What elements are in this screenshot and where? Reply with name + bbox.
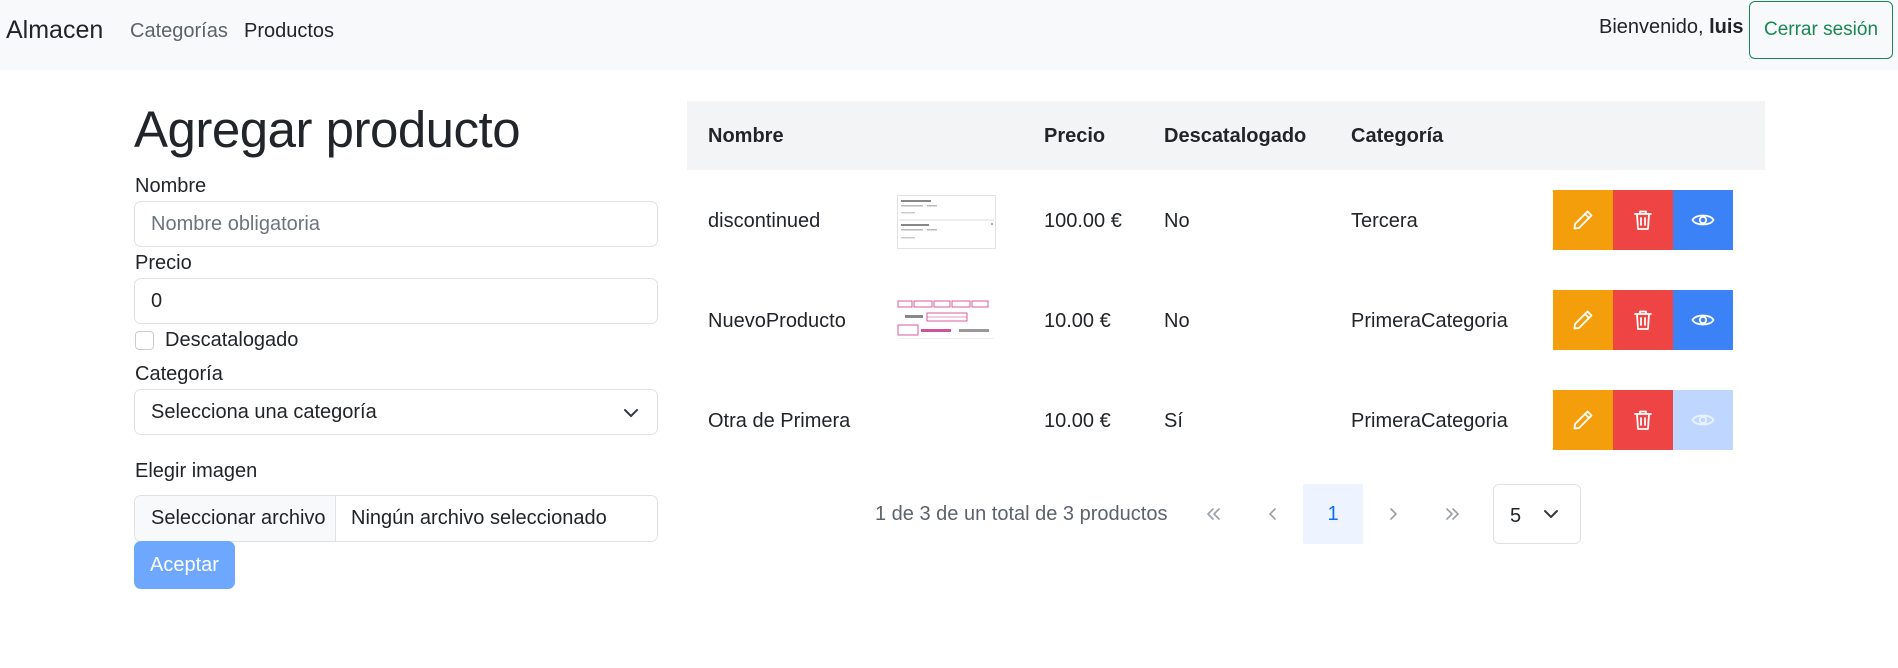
trash-icon [1634, 310, 1652, 330]
product-category: PrimeraCategoria [1351, 410, 1508, 432]
product-discontinued: No [1164, 310, 1190, 332]
trash-icon [1634, 410, 1652, 430]
price-input-value: 0 [151, 289, 163, 312]
category-select[interactable]: Selecciona una categoría [134, 389, 658, 435]
welcome-username: luis [1709, 16, 1744, 38]
chevron-down-icon [624, 409, 638, 417]
column-header-categoria: Categoría [1351, 125, 1444, 147]
navbar-brand[interactable]: Almacen [6, 16, 103, 45]
category-label: Categoría [135, 363, 223, 385]
name-input[interactable]: Nombre obligatoria [134, 201, 658, 247]
file-status: Ningún archivo seleccionado [351, 507, 607, 529]
discontinued-checkbox[interactable] [135, 331, 154, 350]
product-discontinued: Sí [1164, 410, 1183, 432]
name-input-placeholder: Nombre obligatoria [151, 212, 320, 235]
pencil-icon [1573, 210, 1593, 230]
table-row: NuevoProducto 10.00 € No PrimeraCategori… [687, 272, 1765, 372]
discontinued-label[interactable]: Descatalogado [165, 329, 298, 352]
welcome-message: Bienvenido, luis [1599, 16, 1744, 39]
logout-button[interactable]: Cerrar sesión [1749, 1, 1893, 59]
last-page-button[interactable] [1423, 484, 1483, 544]
table-row: Otra de Primera 10.00 € Sí PrimeraCatego… [687, 372, 1765, 472]
first-page-button[interactable] [1183, 484, 1243, 544]
product-name: discontinued [708, 210, 821, 232]
view-button-disabled [1673, 390, 1733, 450]
page-size-select[interactable]: 5 [1493, 484, 1581, 544]
column-header-precio: Precio [1044, 125, 1106, 147]
price-input[interactable]: 0 [134, 278, 658, 324]
delete-button[interactable] [1613, 190, 1673, 250]
product-discontinued: No [1164, 210, 1190, 232]
edit-button[interactable] [1553, 390, 1613, 450]
chevron-down-icon [1544, 510, 1558, 518]
navbar: Almacen Categorías Productos Bienvenido,… [0, 0, 1898, 70]
current-page-button[interactable]: 1 [1303, 484, 1363, 544]
form-title: Agregar producto [134, 101, 521, 158]
trash-icon [1634, 210, 1652, 230]
chevrons-left-icon [1207, 508, 1220, 520]
product-price: 10.00 € [1044, 310, 1111, 332]
product-name: NuevoProducto [708, 310, 846, 332]
previous-page-button[interactable] [1243, 484, 1303, 544]
product-price: 100.00 € [1044, 210, 1122, 232]
welcome-prefix: Bienvenido, [1599, 16, 1704, 38]
product-category: Tercera [1351, 210, 1418, 232]
view-button[interactable] [1673, 190, 1733, 250]
chevron-right-icon [1390, 508, 1397, 520]
product-name: Otra de Primera [708, 410, 851, 432]
product-category: PrimeraCategoria [1351, 310, 1508, 332]
image-label: Elegir imagen [135, 460, 258, 482]
next-page-button[interactable] [1363, 484, 1423, 544]
pencil-icon [1573, 310, 1593, 330]
submit-button[interactable]: Aceptar [134, 541, 235, 589]
pencil-icon [1573, 410, 1593, 430]
table-row: discontinued 100.00 € No Tercera [687, 172, 1765, 272]
product-thumbnail [897, 295, 996, 349]
image-file-input[interactable]: Seleccionar archivo Ningún archivo selec… [134, 495, 658, 542]
column-header-descatalogado: Descatalogado [1164, 125, 1307, 147]
category-selected-value: Selecciona una categoría [151, 400, 377, 423]
name-label: Nombre [135, 175, 207, 197]
edit-button[interactable] [1553, 290, 1613, 350]
pagination-summary: 1 de 3 de un total de 3 productos [875, 503, 1168, 525]
delete-button[interactable] [1613, 390, 1673, 450]
eye-icon [1691, 214, 1715, 226]
table-header: Nombre Precio Descatalogado Categoría [687, 101, 1765, 170]
price-label: Precio [135, 252, 192, 274]
product-price: 10.00 € [1044, 410, 1111, 432]
nav-link-productos[interactable]: Productos [244, 20, 334, 43]
product-thumbnail [897, 195, 996, 249]
edit-button[interactable] [1553, 190, 1613, 250]
delete-button[interactable] [1613, 290, 1673, 350]
eye-icon [1691, 314, 1715, 326]
page-size-value: 5 [1510, 505, 1522, 527]
choose-file-button[interactable]: Seleccionar archivo [135, 496, 336, 541]
column-header-nombre: Nombre [708, 125, 784, 147]
chevrons-right-icon [1446, 508, 1459, 520]
view-button[interactable] [1673, 290, 1733, 350]
chevron-left-icon [1269, 508, 1276, 520]
nav-link-categorias[interactable]: Categorías [130, 20, 228, 43]
eye-icon [1691, 414, 1715, 426]
